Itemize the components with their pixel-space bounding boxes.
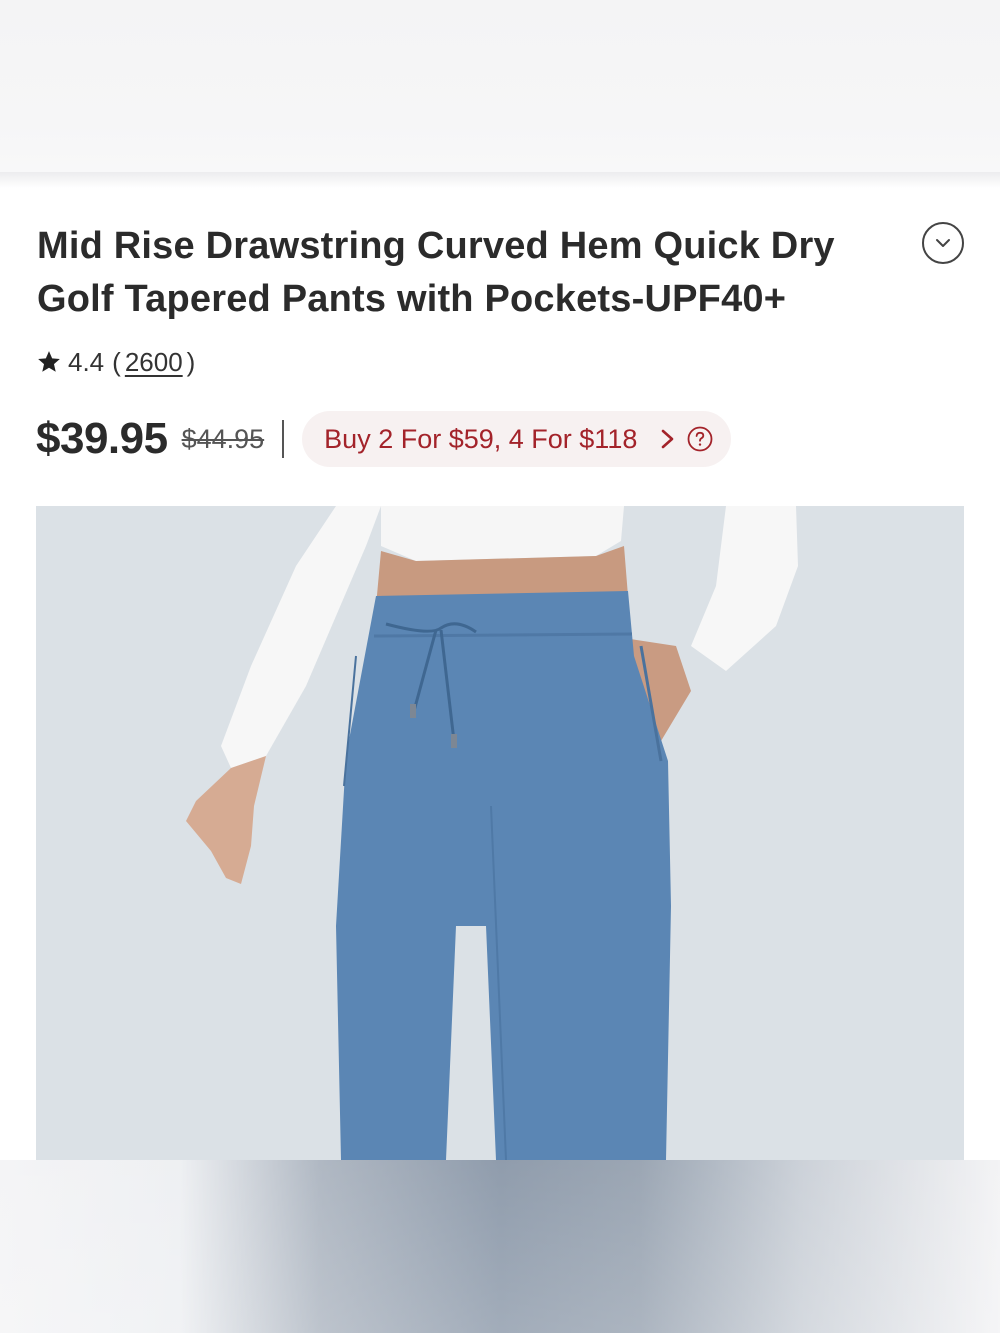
promo-label: Buy 2 For $59, 4 For $118 <box>324 423 638 454</box>
star-icon <box>38 351 60 372</box>
product-title: Mid Rise Drawstring Curved Hem Quick Dry… <box>37 225 835 320</box>
current-price: $39.95 <box>36 414 168 463</box>
product-image[interactable] <box>36 506 964 1160</box>
price-divider <box>282 420 285 458</box>
rating-value: 4.4 <box>68 346 105 377</box>
rating-summary: 4.4 ( 2600 ) <box>36 344 195 380</box>
header-shadow <box>0 172 1000 188</box>
top-blurred-header <box>0 0 1000 172</box>
chevron-down-icon <box>936 239 950 247</box>
review-close-paren: ) <box>186 346 196 377</box>
chevron-right-icon <box>662 429 674 449</box>
question-circle-icon[interactable] <box>687 426 713 452</box>
bottom-blurred-overlay <box>0 1160 1000 1333</box>
review-count-link[interactable]: 2600 <box>125 347 183 378</box>
bundle-promo-button[interactable]: Buy 2 For $59, 4 For $118 <box>302 411 732 467</box>
product-photo-illustration <box>186 506 798 1160</box>
collapse-button[interactable] <box>922 222 964 264</box>
review-open-paren: ( <box>112 346 121 377</box>
price-row: $39.95 $44.95 Buy 2 For $59, 4 For $118 <box>36 408 732 470</box>
original-price: $44.95 <box>181 423 265 454</box>
